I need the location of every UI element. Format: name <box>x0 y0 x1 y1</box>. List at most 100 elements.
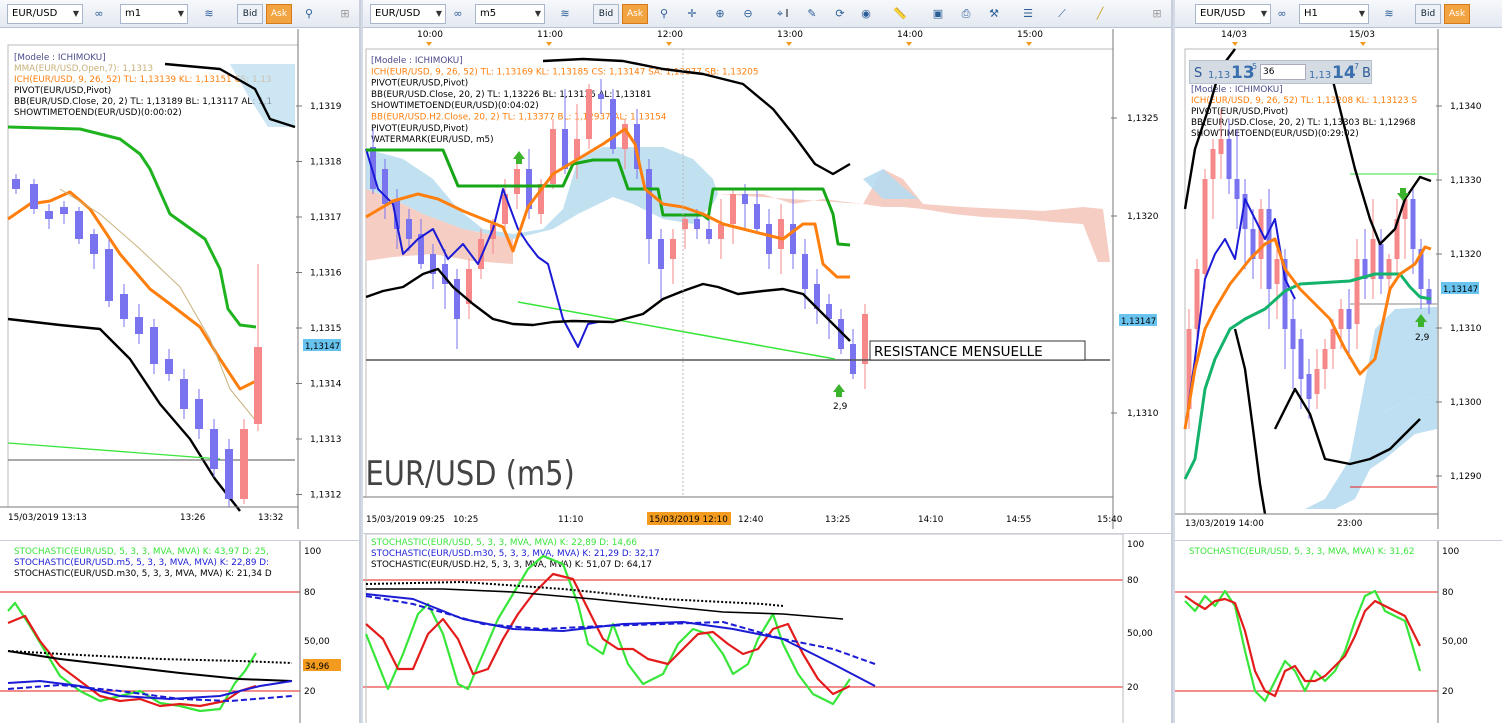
chart-window-m5[interactable]: EUR/USD ▼ ∞ m5 ▼ ≋ Bid Ask ⚲ ✛ ⊕ ⊖ ⌖ Ⅰ ✎ ⟳… <box>363 0 1173 723</box>
ask-button[interactable]: Ask <box>266 4 292 24</box>
timeframe-value: m1 <box>125 8 142 19</box>
indicator-icon[interactable]: ≋ <box>200 5 218 23</box>
chart-toolbar: EUR/USD ▼ ∞ H1 ▼ ≋ Bid Ask <box>1175 0 1502 28</box>
timeframe-select[interactable]: H1 ▼ <box>1299 4 1369 24</box>
stochastic-chart[interactable]: 100 80 50,00 20 34,96 STOCHASTIC(EUR/USD, 5, … <box>0 540 359 723</box>
x-axis-label: 14:10 <box>918 515 944 525</box>
y-axis-label: 1,1312 <box>310 491 342 501</box>
symbol-select[interactable]: EUR/USD ▼ <box>1195 4 1271 24</box>
zoom-in-icon[interactable]: ⊕ <box>711 5 729 23</box>
price-tag-label: 34,96 <box>305 662 329 672</box>
spread-value: 36 <box>1263 67 1275 77</box>
chart-type-icon[interactable]: ∞ <box>1273 5 1291 23</box>
arrow-label: 2,9 <box>1415 333 1430 343</box>
axis-label: 80 <box>1127 576 1139 586</box>
price-chart[interactable]: [Modele : ICHIMOKU] MMA(EUR/USD,Open,7): … <box>0 29 359 529</box>
ruler-icon[interactable]: 📏 <box>891 5 909 23</box>
ask-button[interactable]: Ask <box>622 4 648 24</box>
timeframe-select[interactable]: m5 ▼ <box>475 4 545 24</box>
stoch-legend-line: STOCHASTIC(EUR/USD.m30, 5, 3, 3, MVA, MV… <box>371 549 660 559</box>
x-axis-label: 13/03/2019 14:00 <box>1185 519 1264 529</box>
y-axis-label: 1,1320 <box>1450 250 1482 260</box>
chart-type-icon[interactable]: ∞ <box>449 5 467 23</box>
price-chart-svg: 14/03 15/03 [Modele : ICHIMOKU]ICH(EUR/USD… <box>1175 29 1482 529</box>
image-icon[interactable]: ▣ <box>929 5 947 23</box>
chart-window-h1[interactable]: EUR/USD ▼ ∞ H1 ▼ ≋ Bid Ask 14/03 15/03 [Mode… <box>1175 0 1502 723</box>
chevron-down-icon[interactable]: ▼ <box>178 5 184 23</box>
y-axis-label: 1,1318 <box>310 158 342 168</box>
fan-icon[interactable]: ⟋ <box>1053 5 1071 23</box>
chevron-down-icon[interactable]: ▼ <box>1261 5 1267 23</box>
bid-button[interactable]: Bid <box>237 4 263 24</box>
y-axis-label: 1,1325 <box>1127 114 1159 124</box>
candle <box>454 279 460 319</box>
timeframe-value: H1 <box>1304 8 1318 19</box>
symbol-value: EUR/USD <box>375 8 421 19</box>
spread-input[interactable]: 36 <box>1260 64 1306 80</box>
candle <box>1210 149 1216 179</box>
quote-widget[interactable]: S 1,13 13 5 36 1,13 14 7 B <box>1189 60 1372 84</box>
chevron-down-icon[interactable]: ▼ <box>73 5 79 23</box>
lines-icon[interactable]: ☰ <box>1019 5 1037 23</box>
pin-icon[interactable]: ⊞ <box>336 5 354 23</box>
symbol-select[interactable]: EUR/USD ▼ <box>370 4 446 24</box>
refresh-icon[interactable]: ⟳ <box>831 5 849 23</box>
candle <box>742 194 748 204</box>
stochastic-chart[interactable]: 100 80 50,00 20 STOCHASTIC(EUR/USD, 5, 3, 3,… <box>1175 540 1502 723</box>
date-marker-icon <box>1360 42 1366 46</box>
symbol-select[interactable]: EUR/USD ▼ <box>7 4 83 24</box>
stoch-k-line <box>364 554 851 706</box>
text-cursor-icon[interactable]: Ⅰ <box>778 5 796 23</box>
fork-icon[interactable]: ⚒ <box>985 5 1003 23</box>
legend-line: SHOWTIMETOEND(EUR/USD)(0:00:02) <box>14 108 182 118</box>
price-chart[interactable]: 10:00 11:00 12:00 13:00 14:00 15:00 [Modele : … <box>363 29 1171 529</box>
stochastic-chart[interactable]: 100 80 50,00 20 STOCHASTIC(EUR/USD, 5, 3, 3,… <box>363 533 1171 723</box>
chart-toolbar: EUR/USD ▼ ∞ m1 ▼ ≋ Bid Ask ⚲ ⊞ <box>0 0 359 28</box>
candle <box>105 249 113 301</box>
bid-button[interactable]: Bid <box>1415 4 1441 24</box>
price-tag-label: 1,13147 <box>1121 317 1156 327</box>
y-axis-label: 1,1310 <box>1450 324 1482 334</box>
crosshair-icon[interactable]: ✛ <box>683 5 701 23</box>
y-axis-label: 1,1319 <box>310 102 342 112</box>
edit-icon[interactable]: ✎ <box>803 5 821 23</box>
candle <box>1426 289 1432 304</box>
print-icon[interactable]: ⎙ <box>957 5 975 23</box>
ask-button[interactable]: Ask <box>1444 4 1470 24</box>
timeframe-select[interactable]: m1 ▼ <box>120 4 188 24</box>
pin-icon[interactable]: ⊞ <box>1148 5 1166 23</box>
magnet-icon[interactable]: ⚲ <box>300 5 318 23</box>
price-chart[interactable]: 14/03 15/03 [Modele : ICHIMOKU] ICH(EUR/USD… <box>1175 29 1502 529</box>
time-marker-icon <box>786 42 792 46</box>
chart-type-icon[interactable]: ∞ <box>90 5 108 23</box>
bid-button[interactable]: Bid <box>593 4 619 24</box>
legend-line: BB(EUR/USD.Close, 20, 2) TL: 1,13303 BL:… <box>1191 118 1416 128</box>
candle <box>165 359 173 374</box>
chevron-down-icon[interactable]: ▼ <box>1359 5 1365 23</box>
symbol-value: EUR/USD <box>12 8 58 19</box>
zoom-out-icon[interactable]: ⊖ <box>739 5 757 23</box>
time-label: 12:00 <box>657 30 683 40</box>
candle <box>406 219 412 239</box>
x-axis-label: 13:32 <box>258 513 283 523</box>
candle <box>850 344 856 374</box>
time-marker-icon <box>666 42 672 46</box>
buy-letter: B <box>1362 66 1371 81</box>
magnet-icon[interactable]: ⚲ <box>655 5 673 23</box>
stoch-d-line <box>365 572 851 696</box>
indicator-icon[interactable]: ≋ <box>556 5 574 23</box>
candle <box>45 211 53 219</box>
trendline-icon[interactable]: ╱ <box>1091 5 1109 23</box>
candle <box>1218 139 1224 154</box>
candle <box>730 194 736 224</box>
chevron-down-icon[interactable]: ▼ <box>535 5 541 23</box>
x-axis-label: 15:40 <box>1097 515 1123 525</box>
axis-label: 20 <box>304 687 316 697</box>
chevron-down-icon[interactable]: ▼ <box>436 5 442 23</box>
globe-icon[interactable]: ◉ <box>857 5 875 23</box>
candle <box>646 169 652 239</box>
axis-label: 50,00 <box>304 637 330 647</box>
x-axis-label: 23:00 <box>1337 519 1363 529</box>
chart-window-m1[interactable]: EUR/USD ▼ ∞ m1 ▼ ≋ Bid Ask ⚲ ⊞ [Modele : I… <box>0 0 361 723</box>
indicator-icon[interactable]: ≋ <box>1380 5 1398 23</box>
